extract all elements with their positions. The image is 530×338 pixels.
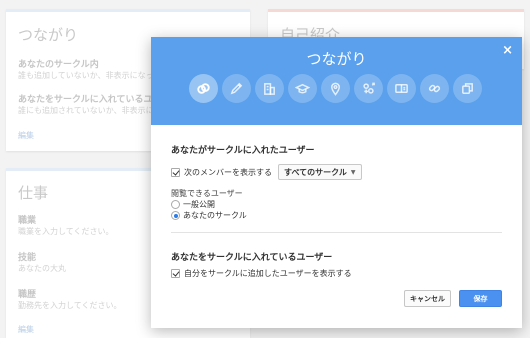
connections-dialog: つながり × あなたがサークルに入れたユーザー 次のメンバーを表示する すべての… [151, 37, 522, 328]
cancel-button[interactable]: キャンセル [404, 290, 451, 307]
copy-icon[interactable] [453, 74, 482, 103]
section-icon-bar [189, 74, 482, 103]
skills-label: 技能 [18, 253, 37, 263]
dialog-header: つながり × [151, 37, 522, 125]
section-divider [171, 232, 502, 233]
employment-label: 職歴 [18, 290, 37, 300]
work-card-title: 仕事 [18, 184, 49, 202]
show-members-label: 次のメンバーを表示する [184, 167, 272, 177]
circle-filter-value: すべてのサークル [284, 167, 347, 177]
public-radio[interactable] [171, 200, 180, 209]
show-members-checkbox[interactable] [171, 167, 180, 177]
show-members-row: 次のメンバーを表示する すべてのサークル ▼ [171, 164, 362, 180]
show-adders-checkbox[interactable] [171, 269, 180, 278]
chain-icon[interactable] [420, 74, 449, 103]
graduation-cap-icon[interactable] [288, 74, 317, 103]
occupation-value: 職業を入力してください。 [18, 227, 114, 236]
show-adders-label: 自分をサークルに追加したユーザーを表示する [184, 269, 352, 278]
dialog-title: つながり [306, 50, 367, 68]
show-adders-row: 自分をサークルに追加したユーザーを表示する [171, 268, 352, 279]
circle-filter-select[interactable]: すべてのサークル ▼ [278, 164, 362, 180]
viewers-label: 閲覧できるユーザー [171, 189, 243, 198]
your-circles-radio-label: あなたのサークル [183, 211, 247, 220]
connections-edit-link[interactable]: 編集 [18, 130, 34, 141]
public-radio-label: 一般公開 [183, 200, 215, 209]
pencil-icon[interactable] [222, 74, 251, 103]
your-circles-radio[interactable] [171, 211, 180, 220]
map-pin-icon[interactable] [321, 74, 350, 103]
close-icon[interactable]: × [502, 44, 513, 57]
have-you-in-circles-heading: あなたをサークルに入れているユーザー [171, 253, 333, 263]
connections-card-title: つながり [18, 26, 79, 44]
work-edit-link[interactable]: 編集 [18, 324, 34, 335]
save-button[interactable]: 保存 [459, 290, 502, 307]
your-circles-heading: あなたがサークルに入れたユーザー [171, 146, 315, 156]
skills-value: あなたの大丸 [18, 264, 66, 273]
occupation-label: 職業 [18, 216, 37, 226]
radio-public-row[interactable]: 一般公開 [171, 199, 215, 210]
radio-circles-row[interactable]: あなたのサークル [171, 210, 247, 221]
building-icon[interactable] [255, 74, 284, 103]
id-card-icon[interactable] [387, 74, 416, 103]
circles-heading: あなたのサークル内 [18, 60, 99, 70]
link-icon[interactable] [189, 74, 218, 103]
chevron-down-icon: ▼ [350, 168, 356, 176]
employment-value: 勤務先を入力してください。 [18, 301, 122, 310]
gender-icon[interactable] [354, 74, 383, 103]
